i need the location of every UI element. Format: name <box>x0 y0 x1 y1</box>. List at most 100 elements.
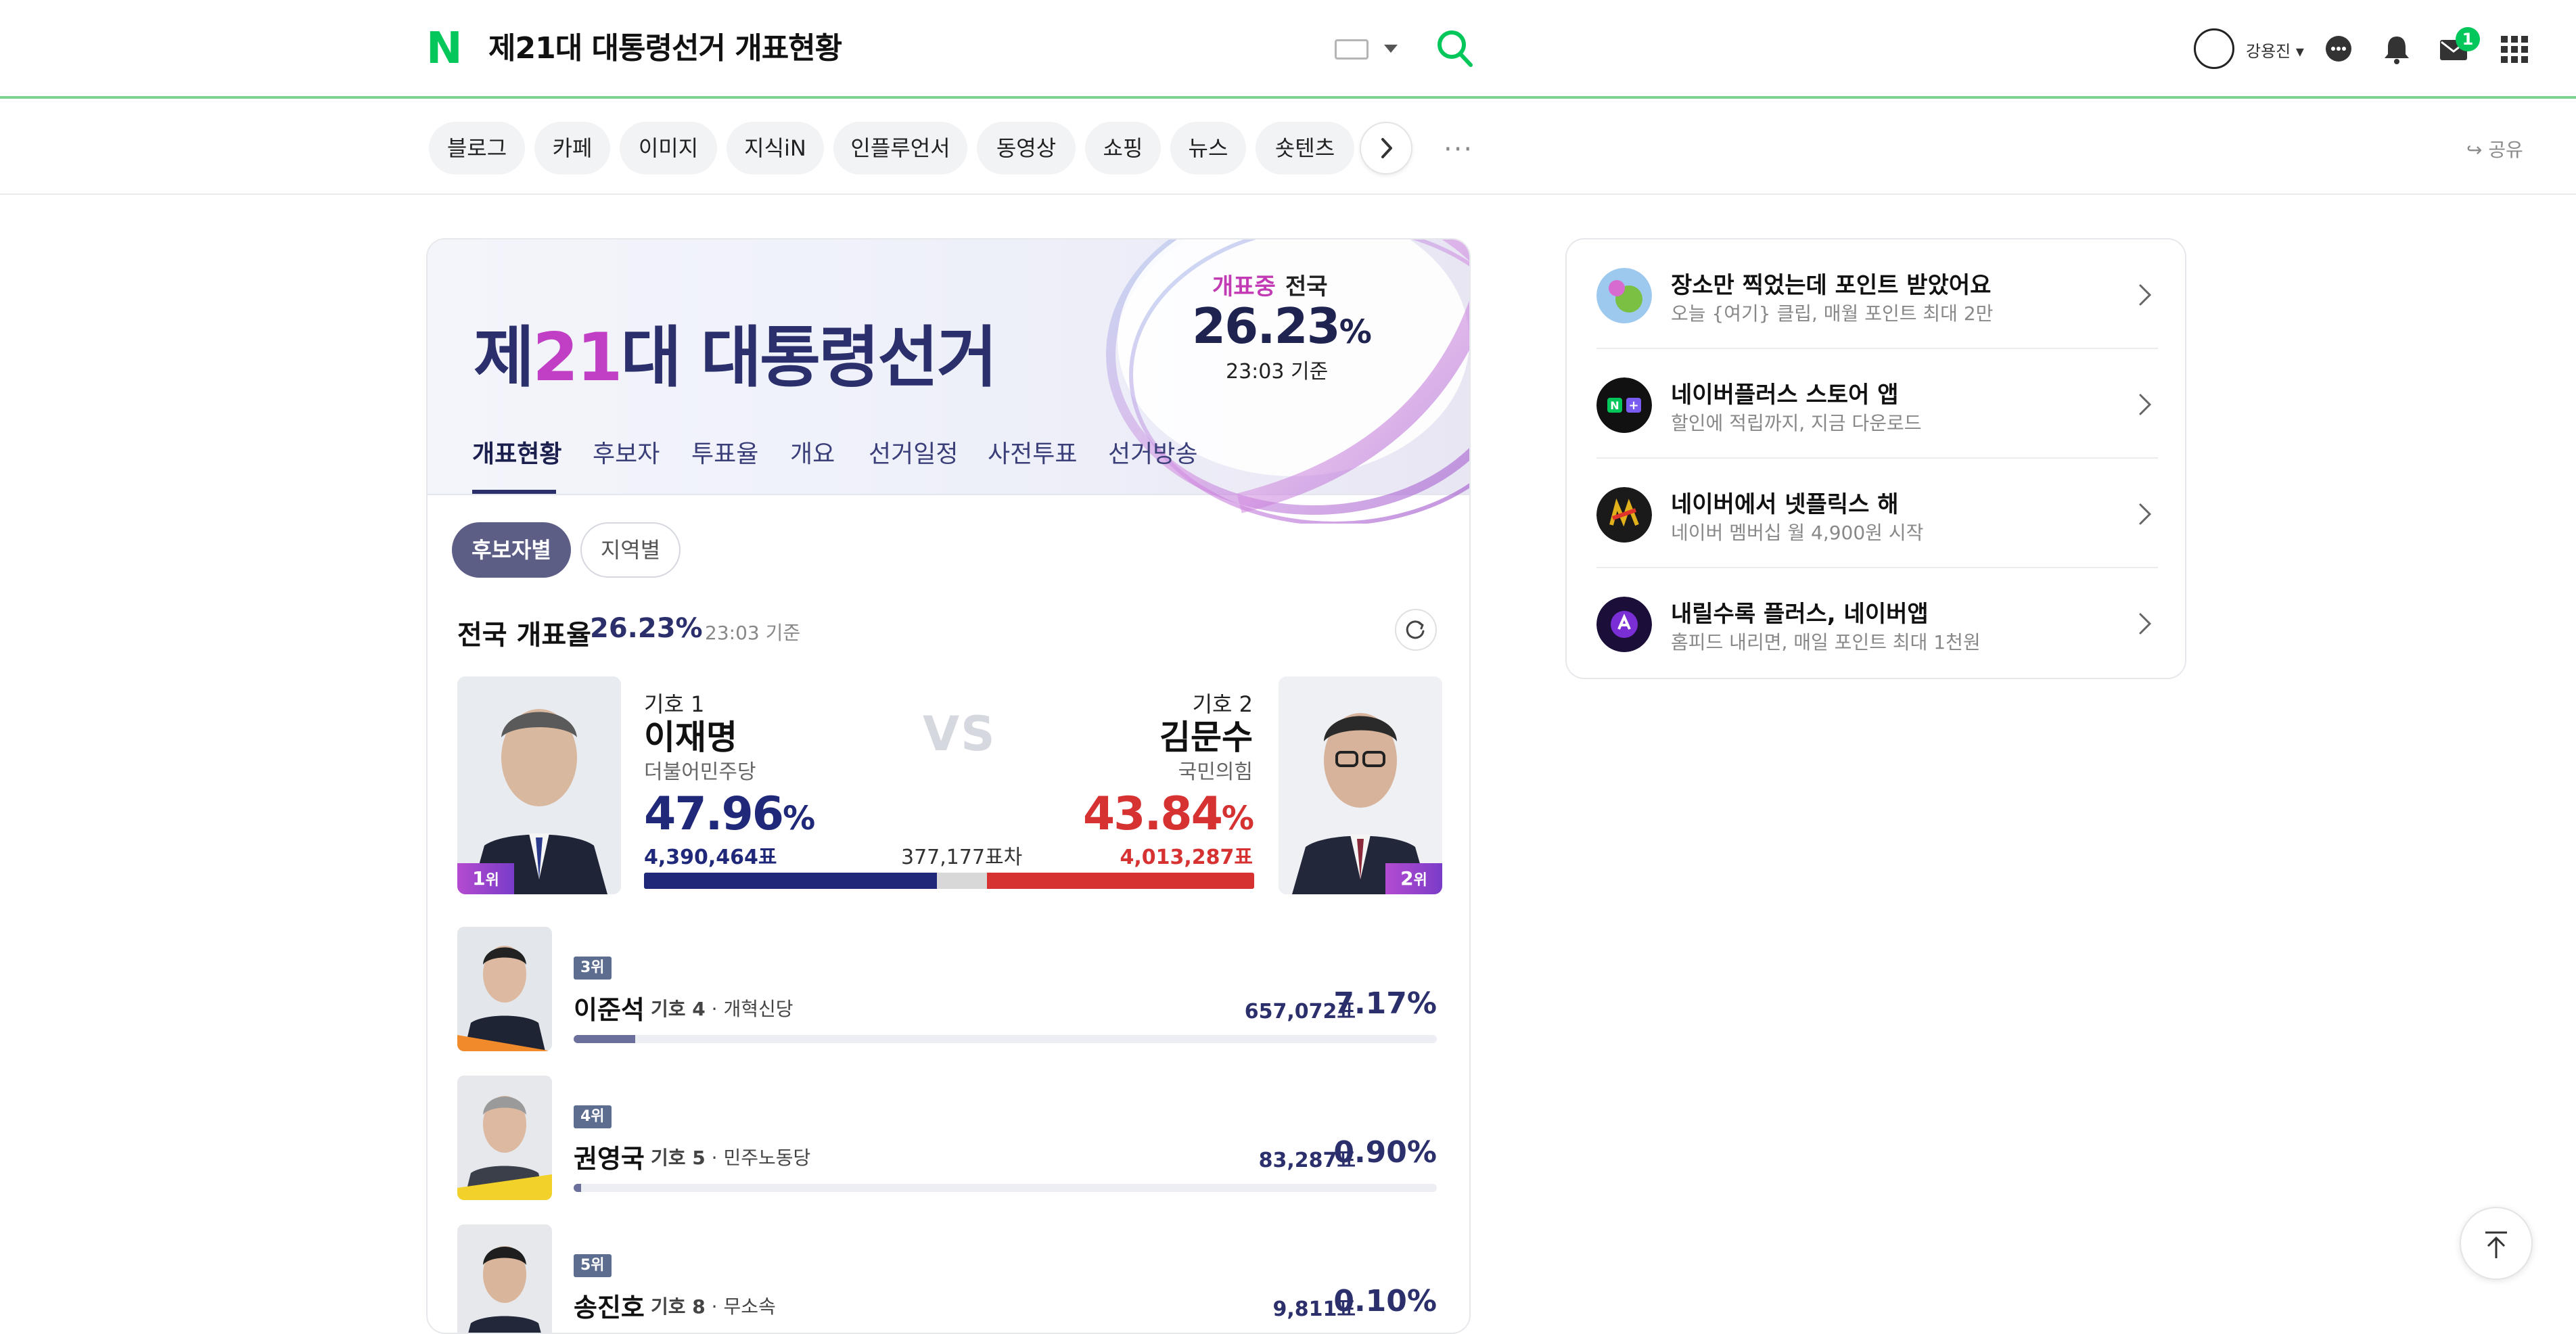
username[interactable]: 강용진 ▾ <box>2246 38 2304 62</box>
subtab-early-voting[interactable]: 사전투표 <box>988 440 1077 469</box>
promo-title: 네이버플러스 스토어 앱 <box>1671 382 1899 409</box>
candidate-percent-4: 0.90% <box>1333 1135 1437 1170</box>
candidate-bar-fill-4 <box>574 1184 582 1192</box>
candidate-party-2: 국민의힘 <box>1178 760 1253 784</box>
candidate-name-5: 송진호 <box>574 1293 645 1322</box>
apps-grid-icon[interactable] <box>2499 34 2530 65</box>
election-card: 제21대 대통령선거 개표중 전국 26.23% 23:03 기준 개표현황 후… <box>426 238 1471 1334</box>
vote-difference: 377,177표차 <box>901 846 1023 869</box>
tab-cafe[interactable]: 카페 <box>534 122 610 175</box>
svg-text:N: N <box>1610 399 1619 412</box>
tabs-next-button[interactable] <box>1360 122 1412 175</box>
national-count-time: 23:03 기준 <box>705 622 801 644</box>
refresh-button[interactable] <box>1395 609 1437 651</box>
promo-item[interactable]: N + 네이버플러스 스토어 앱 할인에 적립까지, 지금 다운로드 <box>1596 349 2158 459</box>
bell-icon[interactable] <box>2381 34 2412 65</box>
more-icon[interactable]: ··· <box>1444 136 1473 163</box>
tab-image[interactable]: 이미지 <box>620 122 717 175</box>
tab-kin[interactable]: 지식iN <box>727 122 824 175</box>
rank-badge-2: 2위 <box>1385 863 1442 894</box>
candidate-percent-5: 0.10% <box>1333 1284 1437 1318</box>
rank-badge-3: 3위 <box>574 957 612 980</box>
promo-subtitle: 오늘 {여기} 클립, 매월 포인트 최대 2만 <box>1671 302 1994 325</box>
promo-item[interactable]: 장소만 찍었는데 포인트 받았어요 오늘 {여기} 클립, 매월 포인트 최대 … <box>1596 239 2158 349</box>
portrait <box>457 676 621 894</box>
portrait <box>1279 676 1442 894</box>
election-banner: 제21대 대통령선거 개표중 전국 26.23% 23:03 기준 개표현황 후… <box>428 239 1469 524</box>
candidate-row[interactable]: 5위 송진호 기호 8 · 무소속 9,811표 0.10% <box>457 1224 1437 1333</box>
tab-news[interactable]: 뉴스 <box>1170 122 1246 175</box>
share-button[interactable]: ↪ 공유 <box>2466 135 2523 162</box>
promo-subtitle: 홈피드 내리면, 매일 포인트 최대 1천원 <box>1671 631 1981 653</box>
arrow-up-icon <box>2485 1231 2507 1258</box>
homefeed-icon <box>1596 597 1652 652</box>
subtab-results[interactable]: 개표현황 <box>472 440 561 469</box>
candidate-row[interactable]: 3위 이준석 기호 4 · 개혁신당 657,072표 7.17% <box>457 927 1437 1055</box>
subtab-broadcast[interactable]: 선거방송 <box>1108 440 1197 469</box>
status-percent: 26.23% <box>1192 298 1372 354</box>
search-query[interactable]: 제21대 대통령선거 개표현황 <box>488 28 842 69</box>
subtab-candidates[interactable]: 후보자 <box>593 440 660 469</box>
candidate-bar-fill-3 <box>574 1035 636 1043</box>
keyboard-icon[interactable] <box>1335 39 1368 60</box>
candidate-photo-3 <box>457 927 552 1051</box>
vote-share-bar-candidate-1 <box>644 873 937 889</box>
subtab-turnout[interactable]: 투표율 <box>691 440 758 469</box>
candidate-percent-2: 43.84% <box>1082 787 1254 841</box>
candidate-meta-3: 기호 4 · 개혁신당 <box>651 998 794 1020</box>
chevron-down-icon[interactable] <box>1384 45 1398 53</box>
national-count-percent: 26.23% <box>590 613 703 644</box>
promo-item[interactable]: 내릴수록 플러스, 네이버앱 홈피드 내리면, 매일 포인트 최대 1천원 <box>1596 568 2158 678</box>
tab-blog[interactable]: 블로그 <box>429 122 525 175</box>
candidate-name-2[interactable]: 김문수 <box>1159 710 1253 759</box>
promo-subtitle: 할인에 적립까지, 지금 다운로드 <box>1671 412 1922 434</box>
status-live: 개표중 <box>1212 273 1276 300</box>
top-header: N 제21대 대통령선거 개표현황 강용진 ▾ 1 <box>0 0 2576 99</box>
filter-by-region[interactable]: 지역별 <box>580 522 681 578</box>
tab-shorts[interactable]: 숏텐츠 <box>1256 122 1354 175</box>
candidate-photo-2[interactable]: 2위 <box>1279 676 1442 894</box>
chevron-right-icon <box>1381 138 1392 158</box>
avatar[interactable] <box>2194 28 2234 69</box>
refresh-icon <box>1406 620 1425 639</box>
naver-plus-store-icon: N + <box>1596 377 1652 433</box>
netflix-icon <box>1596 487 1652 543</box>
candidate-photo-4 <box>457 1076 552 1200</box>
candidate-votes-2: 4,013,287표 <box>1120 846 1253 869</box>
mail-badge: 1 <box>2456 27 2480 51</box>
search-icon[interactable] <box>1435 28 1473 68</box>
candidate-photo-5 <box>457 1224 552 1333</box>
candidate-name-1[interactable]: 이재명 <box>644 710 737 759</box>
tab-video[interactable]: 동영상 <box>977 122 1076 175</box>
promo-panel: 장소만 찍었는데 포인트 받았어요 오늘 {여기} 클립, 매월 포인트 최대 … <box>1565 238 2186 679</box>
clip-icon <box>1596 268 1652 323</box>
naver-logo[interactable]: N <box>426 27 468 70</box>
vote-share-bar-candidate-2 <box>986 873 1254 889</box>
status-region: 전국 <box>1285 273 1328 300</box>
candidate-votes-1: 4,390,464표 <box>644 846 777 869</box>
chevron-right-icon <box>2139 503 2152 525</box>
tab-shopping[interactable]: 쇼핑 <box>1085 122 1161 175</box>
svg-text:+: + <box>1628 398 1638 413</box>
candidate-meta-5: 기호 8 · 무소속 <box>651 1295 776 1318</box>
filter-by-candidate[interactable]: 후보자별 <box>452 522 571 578</box>
search-tabs: 블로그 카페 이미지 지식iN 인플루언서 동영상 쇼핑 뉴스 숏텐츠 ··· … <box>0 101 2576 195</box>
promo-title: 장소만 찍었는데 포인트 받았어요 <box>1671 272 1992 299</box>
banner-title: 제21대 대통령선거 <box>474 319 998 396</box>
promo-subtitle: 네이버 멤버십 월 4,900원 시작 <box>1671 522 1924 544</box>
candidate-row[interactable]: 4위 권영국 기호 5 · 민주노동당 83,287표 0.90% <box>457 1076 1437 1204</box>
promo-title: 네이버에서 넷플릭스 해 <box>1671 491 1899 518</box>
national-count-label: 전국 개표율 <box>457 620 591 651</box>
rank-badge-5: 5위 <box>574 1254 612 1277</box>
tab-influencer[interactable]: 인플루언서 <box>833 122 967 175</box>
subtab-overview[interactable]: 개요 <box>790 440 835 469</box>
scroll-to-top-button[interactable] <box>2460 1207 2533 1280</box>
chevron-right-icon <box>2139 613 2152 635</box>
rank-badge-4: 4위 <box>574 1105 612 1128</box>
candidate-photo-1[interactable]: 1위 <box>457 676 621 894</box>
chevron-right-icon <box>2139 394 2152 415</box>
promo-item[interactable]: 네이버에서 넷플릭스 해 네이버 멤버십 월 4,900원 시작 <box>1596 459 2158 568</box>
subtab-schedule[interactable]: 선거일정 <box>869 440 958 469</box>
candidate-meta-4: 기호 5 · 민주노동당 <box>651 1147 811 1169</box>
talk-icon[interactable] <box>2323 34 2354 65</box>
